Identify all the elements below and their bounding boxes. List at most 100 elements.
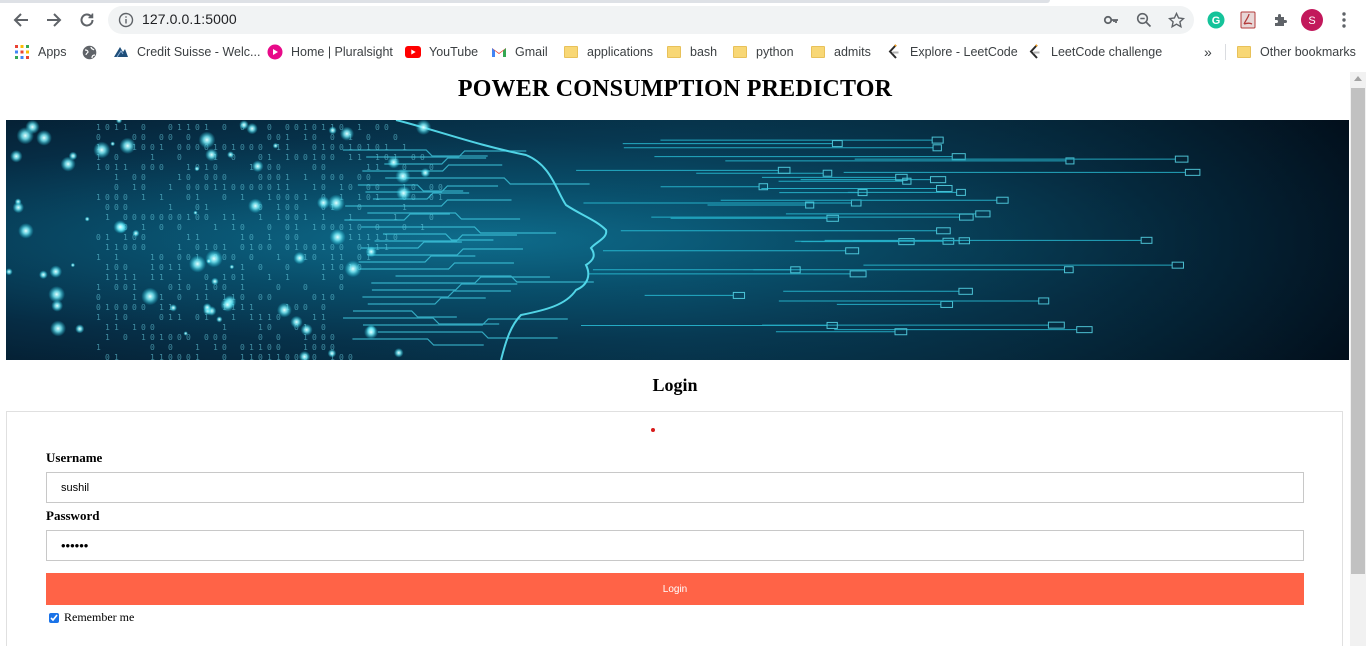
browser-menu-icon[interactable] [1334,10,1354,30]
binary-digit: 1 [168,263,173,272]
bookmark-folder-applications[interactable]: applications [563,42,653,62]
scroll-up-arrow-icon[interactable] [1354,76,1362,81]
binary-digit: 1 [231,223,236,232]
binary-digit: 0 [375,183,380,192]
binary-digit: 1 [186,213,191,222]
binary-digit: 1 [159,143,164,152]
site-info-icon[interactable] [118,12,134,28]
login-button[interactable]: Login [46,573,1304,605]
glow-node [18,223,34,239]
binary-digit: 0 [321,303,326,312]
bookmark-credit-suisse[interactable]: Credit Suisse - Welc... [113,42,260,62]
glow-node [10,150,23,163]
binary-digit: 1 [321,313,326,322]
binary-digit: 1 [348,213,353,222]
binary-digit: 1 [276,253,281,262]
bookmark-folder-bash[interactable]: bash [666,42,717,62]
binary-digit: 1 [132,273,137,282]
glow-node [75,324,85,334]
glow-node [387,156,400,169]
glow-node [49,265,63,278]
binary-digit: 0 [114,193,119,202]
glow-node [51,299,64,312]
vertical-scrollbar[interactable] [1350,72,1366,646]
binary-digit: 1 [249,243,254,252]
browser-toolbar: 127.0.0.1:5000 G S Apps Credit Suisse - … [0,0,1366,72]
bookmark-leetcode-explore[interactable]: Explore - LeetCode [886,42,1018,62]
glow-node [396,185,411,201]
youtube-icon [405,44,421,60]
binary-digit: 0 [159,223,164,232]
binary-digit: 0 [276,333,281,342]
binary-digit: 0 [312,253,317,262]
bookmark-globe[interactable] [81,42,97,62]
reload-button[interactable] [75,8,99,32]
binary-digit: 1 [240,193,245,202]
binary-digit: 1 [222,213,227,222]
binary-digit: 1 [114,273,119,282]
remember-me-checkbox[interactable] [49,612,59,623]
binary-digit: 1 [348,223,353,232]
binary-digit: 1 [222,323,227,332]
extensions-puzzle-icon[interactable] [1270,10,1290,30]
binary-digit: 0 [339,283,344,292]
binary-digit: 1 [105,333,110,342]
binary-digit: 1 [321,213,326,222]
binary-digit: 0 [186,133,191,142]
password-key-icon[interactable] [1102,11,1120,29]
url-text[interactable]: 127.0.0.1:5000 [142,11,237,27]
zoom-icon[interactable] [1135,11,1153,29]
bookmark-youtube[interactable]: YouTube [405,42,478,62]
bookmark-star-icon[interactable] [1167,11,1185,29]
glow-node [293,251,306,265]
folder-icon [1237,46,1251,58]
glow-node [227,151,235,159]
binary-digit: 1 [105,263,110,272]
binary-digit: 0 [204,273,209,282]
binary-digit: 1 [159,303,164,312]
glow-node [70,262,76,268]
bookmark-pluralsight[interactable]: Home | Pluralsight [267,42,393,62]
binary-digit: 1 [276,183,281,192]
binary-digit: 0 [186,283,191,292]
remember-me[interactable]: Remember me [49,610,134,625]
glow-node [276,302,292,318]
binary-digit: 0 [330,143,335,152]
back-button[interactable] [9,8,33,32]
pdf-extension-icon[interactable] [1238,10,1258,30]
glow-node [113,220,127,234]
binary-digit: 0 [330,293,335,302]
binary-digit: 1 [150,273,155,282]
bookmark-label: Home | Pluralsight [291,45,393,59]
binary-digit: 0 [222,253,227,262]
binary-digit: 0 [366,173,371,182]
username-input[interactable] [46,472,1304,503]
binary-digit: 0 [177,333,182,342]
binary-digit: 0 [366,193,371,202]
binary-digit: 0 [213,333,218,342]
binary-digit: 1 [267,313,272,322]
binary-digit: 0 [114,203,119,212]
bookmark-folder-python[interactable]: python [732,42,794,62]
glow-node [415,120,432,135]
bookmark-leetcode-challenge[interactable]: LeetCode challenge [1027,42,1162,62]
binary-digit: 1 [186,123,191,132]
address-bar[interactable]: 127.0.0.1:5000 [108,6,1194,34]
binary-digit: 1 [132,283,137,292]
binary-digit: 0 [357,143,362,152]
bookmark-gmail[interactable]: Gmail [491,42,548,62]
profile-avatar[interactable]: S [1301,9,1323,31]
grammarly-extension-icon[interactable]: G [1206,10,1226,30]
bookmark-apps[interactable]: Apps [14,42,67,62]
glow-node [339,126,354,141]
binary-digit: 0 [222,283,227,292]
scrollbar-thumb[interactable] [1351,88,1365,574]
binary-digit: 0 [150,213,155,222]
bookmark-folder-admits[interactable]: admits [810,42,871,62]
binary-digit: 0 [204,213,209,222]
password-input[interactable] [46,530,1304,561]
forward-button[interactable] [42,8,66,32]
binary-digit: 1 [276,353,281,360]
bookmarks-overflow-button[interactable]: » [1204,42,1212,62]
bookmark-other-bookmarks[interactable]: Other bookmarks [1236,42,1356,62]
